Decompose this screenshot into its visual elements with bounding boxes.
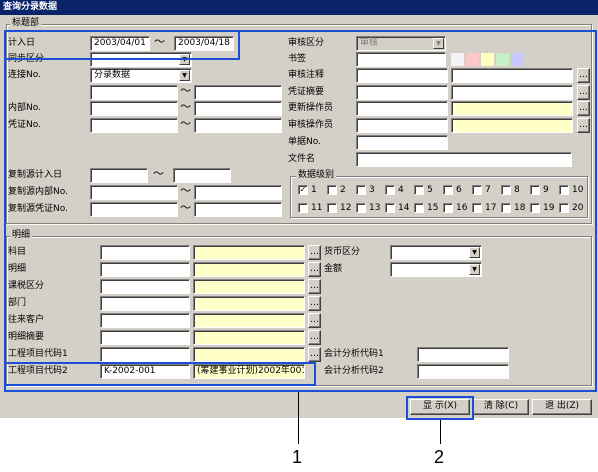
callout-number-2: 2 — [434, 447, 445, 467]
callout-leader-2 — [440, 420, 441, 444]
highlight-search-area — [4, 30, 597, 392]
exit-button[interactable]: 退 出(Z) — [532, 399, 592, 415]
callout-leader-1 — [298, 392, 299, 444]
callout-number-1: 1 — [292, 447, 303, 467]
highlight-display-button — [406, 396, 474, 420]
header-section-label: 标题部 — [10, 18, 42, 29]
highlight-project-code — [4, 362, 316, 386]
window-title: 查询分录数据 — [0, 0, 598, 15]
clear-button[interactable]: 清 除(C) — [473, 399, 529, 415]
